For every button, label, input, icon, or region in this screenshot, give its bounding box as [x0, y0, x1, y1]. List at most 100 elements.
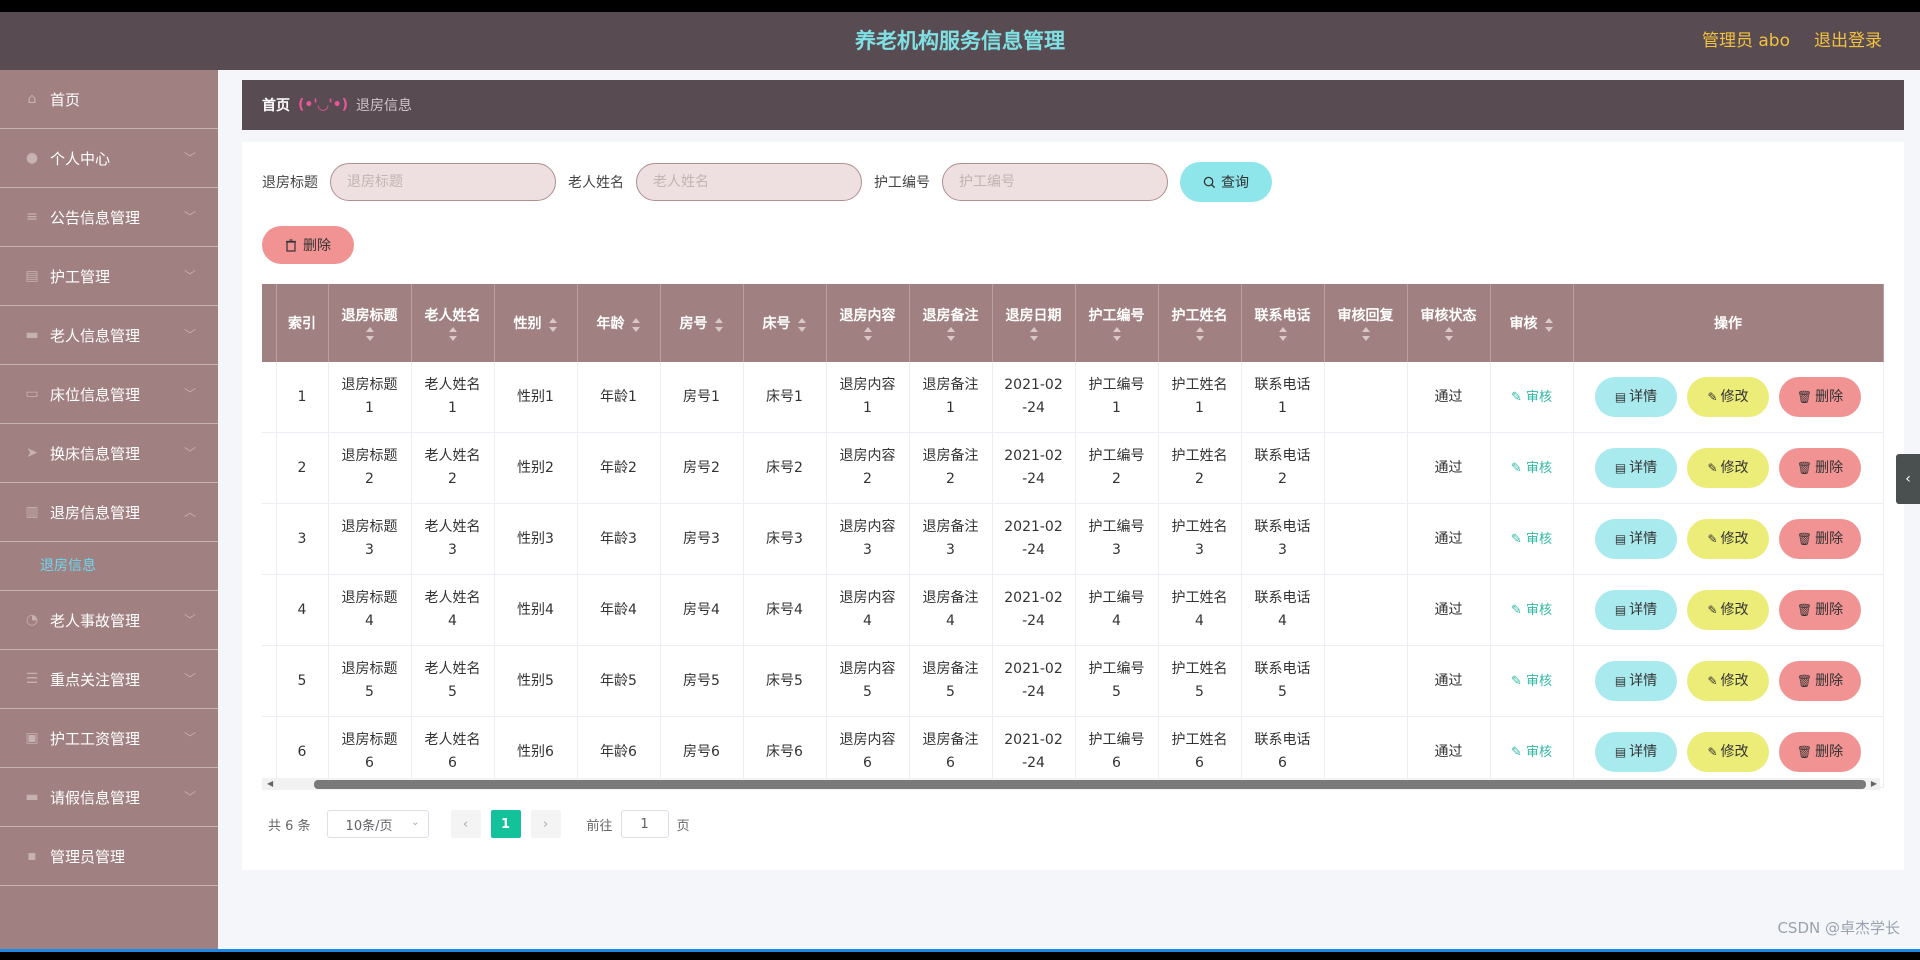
column-header[interactable]: 审核状态 [1407, 284, 1491, 362]
delete-button[interactable]: 🗑 删除 [1779, 519, 1861, 559]
edit-button[interactable]: ✎ 修改 [1687, 732, 1769, 772]
cell-checkout-title-line1: 退房标题 [341, 448, 398, 464]
collapse-panel-button[interactable]: ‹ [1896, 454, 1920, 504]
sidebar-item[interactable]: ▥ 退房信息管理 ︿ [0, 483, 218, 542]
column-header[interactable]: 退房日期 [992, 284, 1076, 362]
column-header[interactable]: 审核 [1490, 284, 1574, 362]
column-header[interactable]: 索引 [276, 284, 329, 362]
scrollbar-thumb[interactable] [314, 780, 1866, 789]
batch-delete-button[interactable]: 删除 [262, 226, 354, 264]
cell-checkout-content-line1: 退房内容 [839, 377, 896, 393]
sidebar-item[interactable]: ▪ 管理员管理 [0, 827, 218, 886]
audit-link[interactable]: ✎ 审核 [1511, 603, 1552, 618]
trash-icon: 🗑 [1796, 602, 1813, 617]
sidebar-item[interactable]: ◔ 老人事故管理 ﹀ [0, 591, 218, 650]
sidebar-item[interactable]: ▬ 老人信息管理 ﹀ [0, 306, 218, 365]
scroll-right-arrow-icon[interactable]: ▶ [1871, 778, 1877, 790]
delete-button[interactable]: 🗑 删除 [1779, 377, 1861, 417]
sidebar-item[interactable]: ▤ 护工管理 ﹀ [0, 247, 218, 306]
scroll-left-arrow-icon[interactable]: ◀ [267, 778, 273, 790]
cell-checkout-title-line2: 5 [365, 684, 374, 700]
audit-link[interactable]: ✎ 审核 [1511, 745, 1552, 760]
page-size-select[interactable]: 10条/页 ⌄ [326, 810, 429, 838]
sidebar-item[interactable]: ● 个人中心 ﹀ [0, 129, 218, 188]
column-header[interactable]: 性别 [494, 284, 578, 362]
edit-button[interactable]: ✎ 修改 [1687, 448, 1769, 488]
sort-caret-icon[interactable] [1029, 327, 1039, 341]
sort-caret-icon[interactable] [714, 318, 724, 332]
sidebar-item[interactable]: ➤ 换床信息管理 ﹀ [0, 424, 218, 483]
sort-caret-icon[interactable] [1444, 327, 1454, 341]
column-header[interactable]: 操作 [1573, 284, 1884, 362]
cell-worker-name-line2: 2 [1195, 471, 1204, 487]
cell-worker-no-line2: 3 [1112, 542, 1121, 558]
column-header[interactable]: 房号 [660, 284, 744, 362]
cell-audit: ✎ 审核 [1490, 432, 1574, 504]
detail-button[interactable]: ▤ 详情 [1595, 448, 1677, 488]
sort-caret-icon[interactable] [548, 318, 558, 332]
column-header[interactable]: 退房备注 [909, 284, 993, 362]
breadcrumb-home[interactable]: 首页 [262, 95, 290, 115]
column-header[interactable]: 护工编号 [1075, 284, 1159, 362]
title-search-input[interactable] [330, 163, 556, 201]
delete-button[interactable]: 🗑 删除 [1779, 661, 1861, 701]
page-number-current[interactable]: 1 [490, 810, 521, 838]
next-page-button[interactable]: › [530, 810, 561, 838]
audit-link[interactable]: ✎ 审核 [1511, 390, 1552, 405]
column-header[interactable]: 联系电话 [1241, 284, 1325, 362]
column-header[interactable]: 退房标题 [328, 284, 412, 362]
column-header[interactable]: 年龄 [577, 284, 661, 362]
edit-button[interactable]: ✎ 修改 [1687, 377, 1769, 417]
sort-caret-icon[interactable] [631, 318, 641, 332]
delete-button[interactable]: 🗑 删除 [1779, 448, 1861, 488]
audit-link[interactable]: ✎ 审核 [1511, 461, 1552, 476]
query-button[interactable]: 查询 [1180, 162, 1272, 202]
sidebar-item[interactable]: ≡ 公告信息管理 ﹀ [0, 188, 218, 247]
detail-button[interactable]: ▤ 详情 [1595, 519, 1677, 559]
sort-caret-icon[interactable] [365, 327, 375, 341]
sort-caret-icon[interactable] [1195, 327, 1205, 341]
sort-caret-icon[interactable] [448, 327, 458, 341]
audit-link[interactable]: ✎ 审核 [1511, 532, 1552, 547]
delete-button[interactable]: 🗑 删除 [1779, 732, 1861, 772]
sort-caret-icon[interactable] [1361, 327, 1371, 341]
column-header[interactable]: 护工姓名 [1158, 284, 1242, 362]
audit-link[interactable]: ✎ 审核 [1511, 674, 1552, 689]
column-header[interactable]: 审核回复 [1324, 284, 1408, 362]
sort-caret-icon[interactable] [863, 327, 873, 341]
logout-link[interactable]: 退出登录 [1814, 12, 1882, 70]
cell-index: 3 [276, 503, 329, 575]
sidebar-item[interactable]: ⌂ 首页 [0, 70, 218, 129]
sidebar-subitem-checkout-info[interactable]: 退房信息 [0, 542, 218, 591]
edit-button-label: 修改 [1720, 388, 1749, 405]
column-header[interactable]: 退房内容 [826, 284, 910, 362]
sort-caret-icon[interactable] [946, 327, 956, 341]
prev-page-button[interactable]: ‹ [450, 810, 481, 838]
detail-button[interactable]: ▤ 详情 [1595, 732, 1677, 772]
delete-button[interactable]: 🗑 删除 [1779, 590, 1861, 630]
sidebar-item[interactable]: ▬ 请假信息管理 ﹀ [0, 768, 218, 827]
sidebar-item[interactable]: ▣ 护工工资管理 ﹀ [0, 709, 218, 768]
horizontal-scrollbar[interactable]: ◀ ▶ [262, 778, 1880, 790]
sort-caret-icon[interactable] [1544, 318, 1554, 332]
sidebar-item[interactable]: ☰ 重点关注管理 ﹀ [0, 650, 218, 709]
table-row: 5 退房标题 5 老人姓名 5 性别5 年龄5 房号5 床号5 退房内容 5 退房备注 5 2021-02… [262, 645, 1884, 717]
detail-button[interactable]: ▤ 详情 [1595, 661, 1677, 701]
worker-no-search-input[interactable] [942, 163, 1168, 201]
column-header[interactable]: 床号 [743, 284, 827, 362]
cell-elder-name: 老人姓名 3 [411, 503, 495, 575]
column-header[interactable]: 老人姓名 [411, 284, 495, 362]
sort-caret-icon[interactable] [797, 318, 807, 332]
detail-button[interactable]: ▤ 详情 [1595, 590, 1677, 630]
elder-name-search-input[interactable] [636, 163, 862, 201]
edit-button[interactable]: ✎ 修改 [1687, 590, 1769, 630]
sidebar-item[interactable]: ▭ 床位信息管理 ﹀ [0, 365, 218, 424]
edit-button[interactable]: ✎ 修改 [1687, 661, 1769, 701]
sort-caret-icon[interactable] [1278, 327, 1288, 341]
sort-caret-icon[interactable] [1112, 327, 1122, 341]
goto-page-input[interactable] [620, 810, 669, 838]
cell-checkout-title: 退房标题 4 [328, 574, 412, 646]
edit-button[interactable]: ✎ 修改 [1687, 519, 1769, 559]
cell-checkout-remark-line2: 6 [946, 755, 955, 771]
detail-button[interactable]: ▤ 详情 [1595, 377, 1677, 417]
